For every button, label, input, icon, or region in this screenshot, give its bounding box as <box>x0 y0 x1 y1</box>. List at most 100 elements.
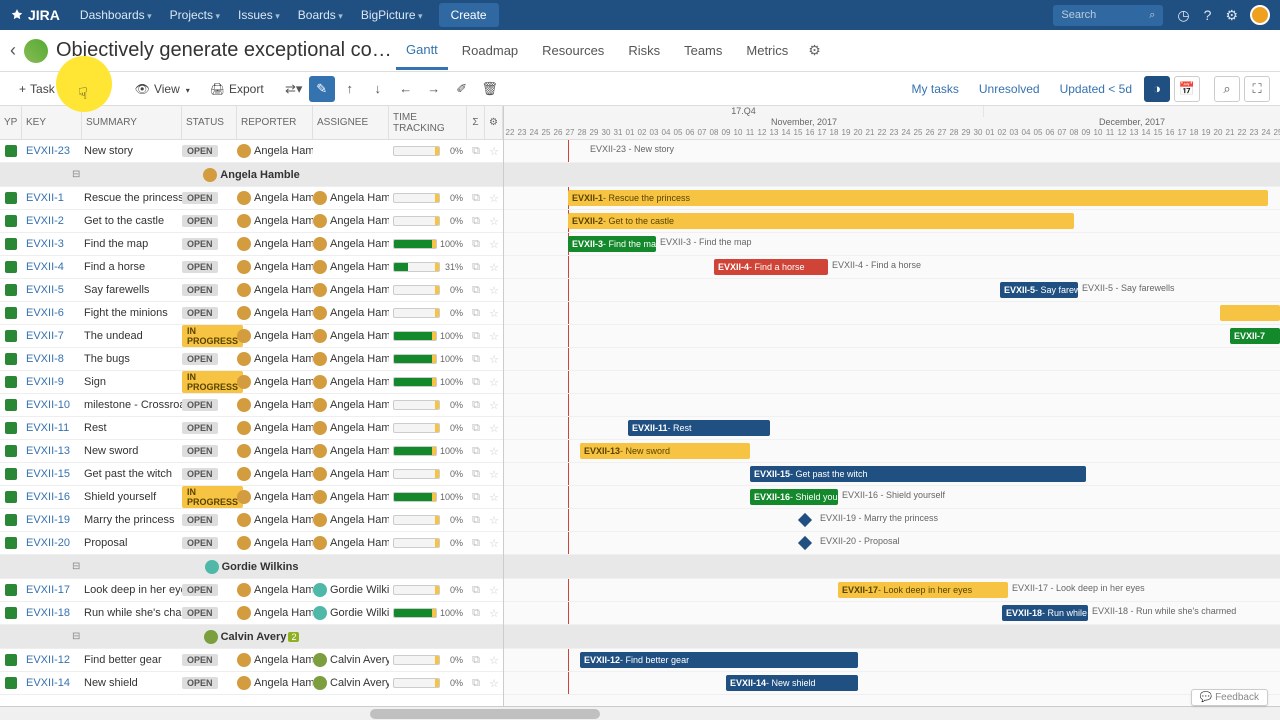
gantt-row[interactable]: EVXII-17 - Look deep in her eyesEVXII-17… <box>504 579 1280 602</box>
link-icon[interactable]: ⧉ <box>467 607 485 620</box>
collapse-icon[interactable]: ⊟ <box>72 561 80 572</box>
gantt-row[interactable]: EVXII-14 - New shield <box>504 672 1280 695</box>
tab-risks[interactable]: Risks <box>618 33 670 68</box>
link-icon[interactable]: ⧉ <box>467 376 485 389</box>
link-icon[interactable]: ⧉ <box>467 584 485 597</box>
nav-item-issues[interactable]: Issues <box>230 2 288 28</box>
issue-key[interactable]: EVXII-5 <box>22 284 82 296</box>
gantt-bar[interactable]: EVXII-16 - Shield yours <box>750 489 838 505</box>
gantt-bar[interactable]: EVXII-3 - Find the map <box>568 236 656 252</box>
gantt-bar[interactable]: EVXII-15 - Get past the witch <box>750 466 1086 482</box>
star-icon[interactable]: ☆ <box>485 514 503 527</box>
group-row[interactable]: ⊟ Calvin Avery2 <box>0 625 503 649</box>
issue-key[interactable]: EVXII-11 <box>22 422 82 434</box>
nav-item-projects[interactable]: Projects <box>162 2 228 28</box>
task-row[interactable]: EVXII-7The undeadIN PROGRESSAngela Hambl… <box>0 325 503 348</box>
link-icon[interactable]: ⧉ <box>467 677 485 690</box>
gantt-row[interactable]: EVXII-13 - New sword <box>504 440 1280 463</box>
issue-key[interactable]: EVXII-14 <box>22 677 82 689</box>
link-icon[interactable]: ⧉ <box>467 238 485 251</box>
star-icon[interactable]: ☆ <box>485 607 503 620</box>
back-button[interactable]: ‹ <box>10 40 16 61</box>
link-icon[interactable]: ⧉ <box>467 399 485 412</box>
star-icon[interactable]: ☆ <box>485 307 503 320</box>
fullscreen-button[interactable]: ⛶ <box>1244 76 1270 102</box>
gantt-bar[interactable]: EVXII-1 - Rescue the princess <box>568 190 1268 206</box>
link-icon[interactable]: ⧉ <box>467 491 485 504</box>
link-icon[interactable]: ⧉ <box>467 145 485 158</box>
calendar-button[interactable]: 📅 <box>1174 76 1200 102</box>
indent-button[interactable]: → <box>421 76 447 102</box>
gantt-bar[interactable]: EVXII-13 - New sword <box>580 443 750 459</box>
col-summary[interactable]: SUMMARY <box>82 106 182 139</box>
move-up-button[interactable]: ↑ <box>337 76 363 102</box>
milestone-icon[interactable] <box>798 513 812 527</box>
task-row[interactable]: EVXII-5Say farewellsOPENAngela HambleAng… <box>0 279 503 302</box>
tab-teams[interactable]: Teams <box>674 33 732 68</box>
star-icon[interactable]: ☆ <box>485 376 503 389</box>
issue-key[interactable]: EVXII-17 <box>22 584 82 596</box>
gantt-row[interactable] <box>504 394 1280 417</box>
gantt-bar[interactable]: EVXII-5 - Say farew <box>1000 282 1078 298</box>
link-icon[interactable]: ⧉ <box>467 468 485 481</box>
gantt-row[interactable]: EVXII-16 - Shield yoursEVXII-16 - Shield… <box>504 486 1280 509</box>
issue-key[interactable]: EVXII-18 <box>22 607 82 619</box>
task-row[interactable]: EVXII-9SignIN PROGRESSAngela HambleAngel… <box>0 371 503 394</box>
link-icon[interactable]: ⧉ <box>467 654 485 667</box>
issue-key[interactable]: EVXII-23 <box>22 145 82 157</box>
edit-mode-button[interactable]: ✎ <box>309 76 335 102</box>
gantt-row[interactable]: EVXII-3 - Find the mapEVXII-3 - Find the… <box>504 233 1280 256</box>
issue-key[interactable]: EVXII-12 <box>22 654 82 666</box>
issue-key[interactable]: EVXII-7 <box>22 330 82 342</box>
gantt-bar[interactable] <box>1220 305 1280 321</box>
link-icon[interactable]: ⧉ <box>467 445 485 458</box>
gantt-row[interactable]: EVXII-11 - Rest <box>504 417 1280 440</box>
link-icon[interactable]: ⧉ <box>467 537 485 550</box>
issue-key[interactable]: EVXII-1 <box>22 192 82 204</box>
task-row[interactable]: EVXII-12Find better gearOPENAngela Hambl… <box>0 649 503 672</box>
task-row[interactable]: EVXII-8The bugsOPENAngela HambleAngela H… <box>0 348 503 371</box>
edit-button[interactable]: ✐ <box>449 76 475 102</box>
star-icon[interactable]: ☆ <box>485 537 503 550</box>
task-row[interactable]: EVXII-18Run while she's charmOPENAngela … <box>0 602 503 625</box>
link-icon[interactable]: ⧉ <box>467 330 485 343</box>
filter-unresolved[interactable]: Unresolved <box>971 78 1048 100</box>
task-row[interactable]: EVXII-23New storyOPENAngela Hamble0%⧉☆ <box>0 140 503 163</box>
tab-resources[interactable]: Resources <box>532 33 614 68</box>
gantt-row[interactable]: EVXII-23 - New story <box>504 140 1280 163</box>
issue-key[interactable]: EVXII-13 <box>22 445 82 457</box>
gantt-row[interactable]: EVXII-19 - Marry the princess <box>504 509 1280 532</box>
horizontal-scrollbar[interactable] <box>0 706 1280 720</box>
feedback-button[interactable]: 💬 Feedback <box>1191 689 1268 706</box>
col-type[interactable]: YP <box>0 106 22 139</box>
issue-key[interactable]: EVXII-10 <box>22 399 82 411</box>
task-row[interactable]: EVXII-11RestOPENAngela HambleAngela Hamb… <box>0 417 503 440</box>
task-row[interactable]: EVXII-3Find the mapOPENAngela HambleAnge… <box>0 233 503 256</box>
task-row[interactable]: EVXII-19Marry the princessOPENAngela Ham… <box>0 509 503 532</box>
task-row[interactable]: EVXII-15Get past the witchOPENAngela Ham… <box>0 463 503 486</box>
group-row[interactable]: ⊟ Angela Hamble <box>0 163 503 187</box>
view-dropdown[interactable]: 👁 View <box>126 77 199 101</box>
star-icon[interactable]: ☆ <box>485 284 503 297</box>
gantt-row[interactable]: EVXII-1 - Rescue the princess <box>504 187 1280 210</box>
tab-roadmap[interactable]: Roadmap <box>452 33 528 68</box>
jira-logo[interactable]: JIRA <box>10 7 60 23</box>
gantt-bar[interactable]: EVXII-12 - Find better gear <box>580 652 858 668</box>
nav-item-bigpicture[interactable]: BigPicture <box>353 2 431 28</box>
col-sigma[interactable]: Σ <box>467 106 485 139</box>
star-icon[interactable]: ☆ <box>485 677 503 690</box>
col-key[interactable]: KEY <box>22 106 82 139</box>
task-row[interactable]: EVXII-1Rescue the princessOPENAngela Ham… <box>0 187 503 210</box>
search-toolbar-button[interactable]: ⌕ <box>1214 76 1240 102</box>
settings-icon[interactable]: ⚙ <box>1225 7 1238 24</box>
link-icon[interactable]: ⧉ <box>467 422 485 435</box>
issue-key[interactable]: EVXII-15 <box>22 468 82 480</box>
gantt-row[interactable]: EVXII-12 - Find better gear <box>504 649 1280 672</box>
module-settings-icon[interactable]: ⚙ <box>802 36 827 65</box>
task-row[interactable]: EVXII-10milestone - CrossroadsOPENAngela… <box>0 394 503 417</box>
export-button[interactable]: 🖨 Export <box>201 77 273 101</box>
issue-key[interactable]: EVXII-8 <box>22 353 82 365</box>
collapse-icon[interactable]: ⊟ <box>72 169 80 180</box>
gantt-bar[interactable]: EVXII-14 - New shield <box>726 675 858 691</box>
filter-mytasks[interactable]: My tasks <box>904 78 967 100</box>
